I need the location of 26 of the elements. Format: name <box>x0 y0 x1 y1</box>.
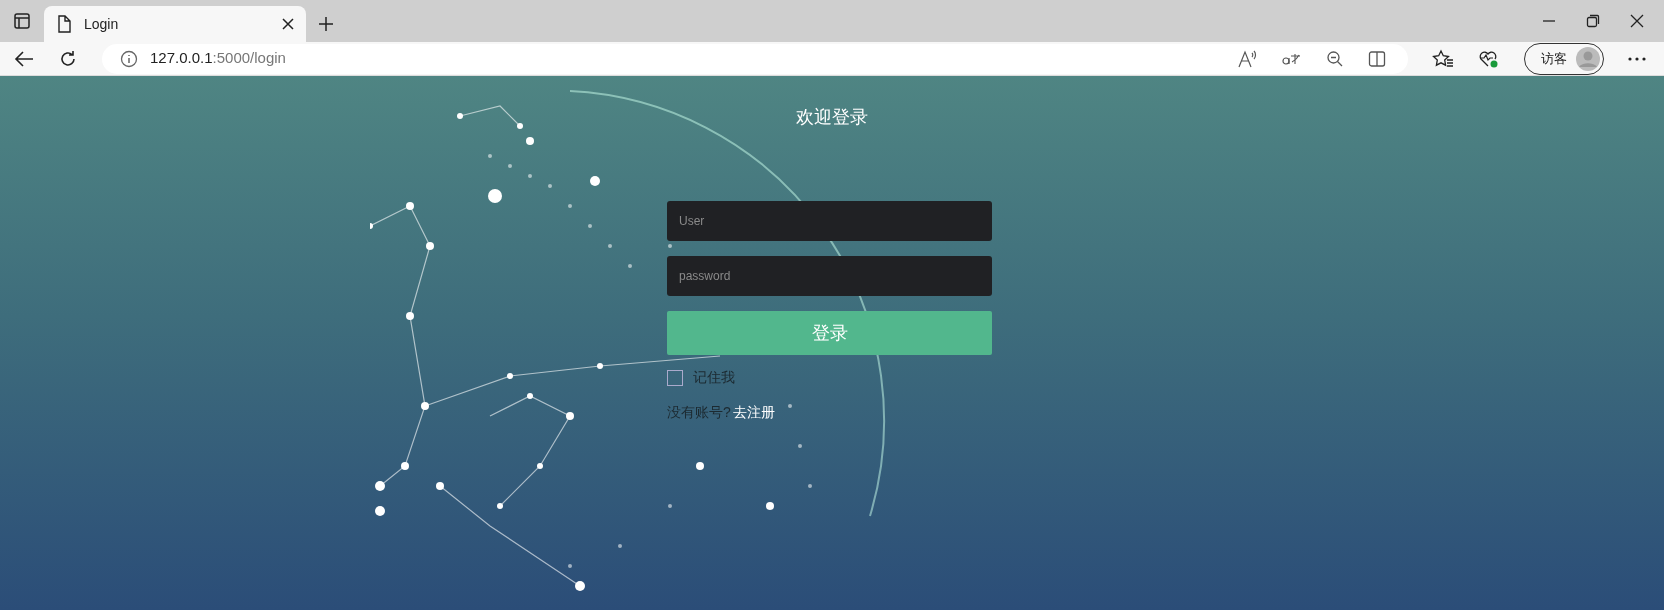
browser-tab[interactable]: Login <box>44 6 306 42</box>
close-icon[interactable] <box>282 18 294 30</box>
tab-actions-icon[interactable] <box>13 12 31 30</box>
register-link[interactable]: 去注册 <box>732 402 775 423</box>
url-text: 127.0.0.1:5000/login <box>150 48 287 69</box>
info-icon[interactable] <box>120 49 138 68</box>
close-icon[interactable] <box>1630 14 1644 28</box>
back-arrow-icon[interactable] <box>14 49 34 68</box>
split-screen-icon[interactable] <box>1368 49 1386 68</box>
tab-title: Login <box>84 14 120 34</box>
remember-checkbox[interactable] <box>667 369 683 386</box>
document-icon <box>56 15 72 33</box>
read-aloud-icon[interactable] <box>1238 49 1258 68</box>
page-heading: 欢迎登录 <box>796 106 868 129</box>
refresh-icon[interactable] <box>58 48 78 69</box>
restore-icon[interactable] <box>1586 14 1600 28</box>
favorites-icon[interactable] <box>1432 48 1454 69</box>
register-prompt: 没有账号? <box>667 403 731 422</box>
zoom-out-icon[interactable] <box>1326 49 1344 68</box>
new-tab-icon[interactable] <box>318 16 334 32</box>
password-field[interactable]: password <box>667 256 992 296</box>
remember-label: 记住我 <box>693 368 735 387</box>
avatar-icon <box>1576 46 1600 71</box>
more-icon[interactable] <box>1628 56 1646 61</box>
address-bar[interactable]: 127.0.0.1:5000/login <box>102 43 1408 74</box>
username-field[interactable]: User <box>667 201 992 241</box>
